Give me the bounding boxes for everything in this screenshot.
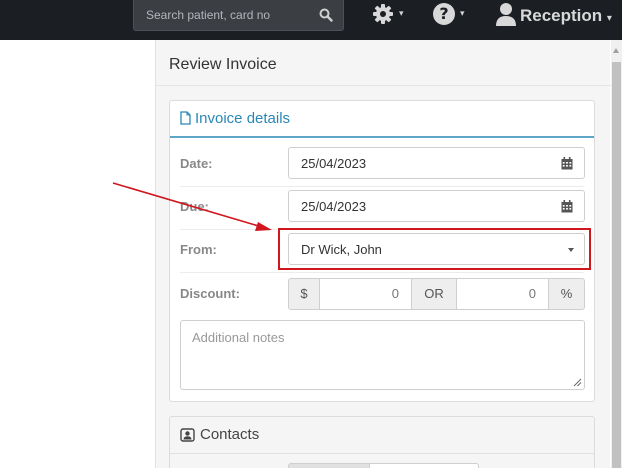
scrollbar-thumb[interactable] (612, 62, 621, 468)
search-input[interactable]: Search patient, card no (146, 8, 270, 22)
additional-notes-textarea[interactable]: Additional notes (180, 320, 585, 390)
date-field[interactable]: 25/04/2023 (288, 147, 585, 179)
contacts-card: Contacts (169, 416, 595, 468)
row-divider (180, 272, 584, 273)
calendar-icon[interactable] (561, 200, 573, 213)
user-menu-label[interactable]: Reception ▾ (520, 6, 612, 26)
search-box[interactable]: Search patient, card no (133, 0, 344, 31)
due-date-value: 25/04/2023 (301, 199, 367, 214)
title-divider (156, 85, 611, 86)
due-label: Due: (180, 199, 209, 214)
discount-amount-input[interactable]: 0 (320, 278, 411, 310)
user-caret-icon[interactable]: ▾ (607, 13, 612, 24)
discount-label: Discount: (180, 286, 240, 301)
contacts-header: Contacts (170, 417, 594, 454)
currency-addon: $ (288, 278, 320, 310)
question-circle-icon[interactable]: ? (433, 3, 455, 25)
row-divider (180, 186, 584, 187)
top-navbar: Search patient, card no ▾ ? ▾ Reception … (0, 0, 622, 40)
date-value: 25/04/2023 (301, 156, 367, 171)
invoice-details-header: Invoice details (170, 101, 594, 138)
help-caret-icon[interactable]: ▾ (460, 8, 465, 19)
scroll-up-icon[interactable] (613, 48, 619, 53)
calendar-icon[interactable] (561, 157, 573, 170)
annotation-highlight-box (278, 228, 591, 270)
contacts-toggle-left[interactable] (288, 463, 370, 468)
resize-handle-icon[interactable] (572, 377, 582, 387)
gear-icon[interactable] (372, 3, 394, 25)
contacts-icon (180, 428, 195, 442)
percent-addon: % (548, 278, 585, 310)
settings-caret-icon[interactable]: ▾ (399, 8, 404, 19)
or-addon: OR (411, 278, 457, 310)
discount-percent-input[interactable]: 0 (457, 278, 548, 310)
due-date-field[interactable]: 25/04/2023 (288, 190, 585, 222)
page-scrollbar[interactable] (611, 40, 622, 468)
notes-placeholder: Additional notes (192, 330, 285, 345)
contacts-title: Contacts (200, 426, 260, 443)
from-label: From: (180, 242, 217, 257)
contacts-toggle-right[interactable] (369, 463, 479, 468)
invoice-details-title: Invoice details (195, 110, 291, 127)
user-icon[interactable] (495, 2, 517, 26)
discount-input-group: $ 0 OR 0 % (288, 278, 585, 310)
search-icon[interactable] (319, 8, 333, 22)
document-icon (180, 111, 191, 125)
page-title: Review Invoice (169, 56, 277, 73)
date-label: Date: (180, 156, 213, 171)
